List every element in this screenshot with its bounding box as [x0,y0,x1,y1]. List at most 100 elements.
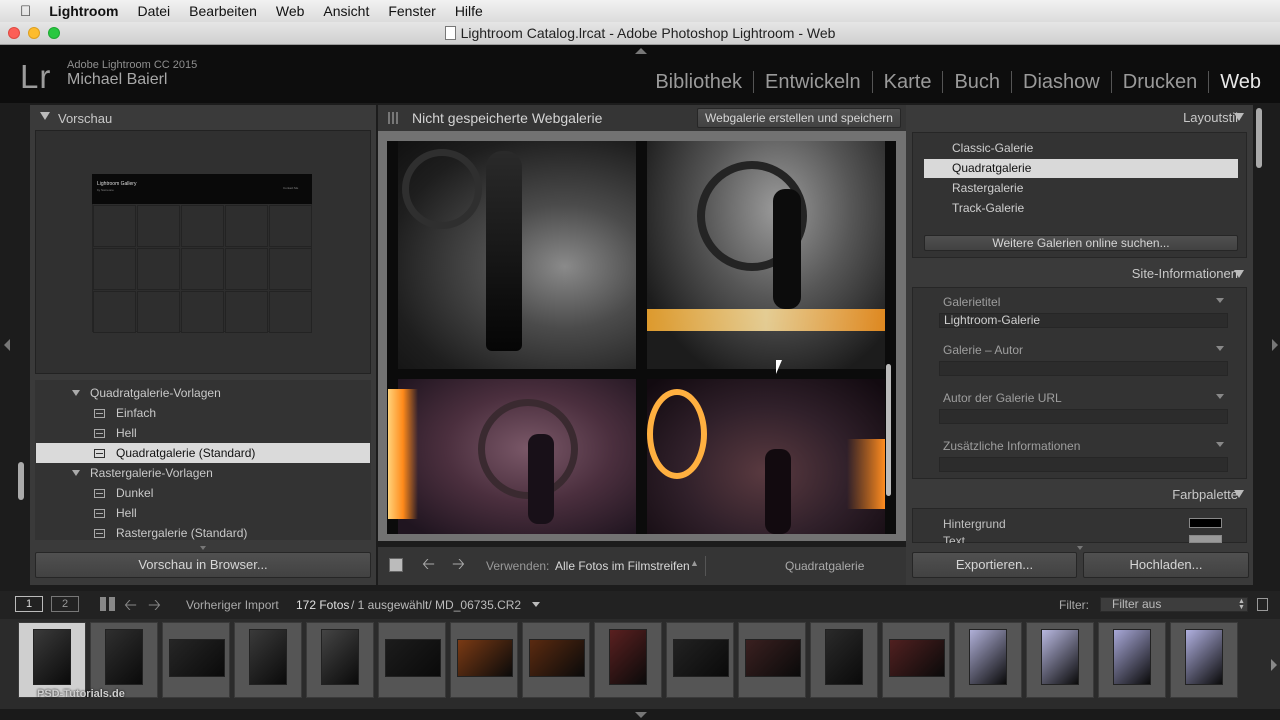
field-menu-icon[interactable] [1216,394,1224,399]
zoom-window-button[interactable] [48,27,60,39]
gallery-photo-1[interactable] [398,141,636,369]
menu-app[interactable]: Lightroom [49,3,118,19]
more-galleries-button[interactable]: Weitere Galerien online suchen... [924,235,1238,251]
apple-icon[interactable]:  [20,3,31,20]
main-window-button[interactable]: 1 [15,596,43,612]
preview-panel-title[interactable]: Vorschau [58,111,112,126]
filmstrip-cell[interactable] [378,622,446,698]
gallery-scrollbar[interactable] [886,364,891,496]
document-icon [444,26,456,40]
second-window-button[interactable]: 2 [51,596,79,612]
right-scrollbar[interactable] [1256,108,1262,168]
menu-fenster[interactable]: Fenster [388,3,435,19]
field-menu-icon[interactable] [1216,298,1224,303]
collapse-palette-icon[interactable] [1234,490,1244,498]
forward-arrow-icon[interactable]: 🡢 [148,594,161,621]
filmstrip-cell[interactable] [234,622,302,698]
gallery-author-input[interactable] [939,361,1228,376]
gallery-title-input[interactable]: Lightroom-Galerie [939,313,1228,328]
filmstrip-cell[interactable] [1170,622,1238,698]
layout-classic[interactable]: Classic-Galerie [924,139,1238,158]
background-color-swatch[interactable] [1189,518,1222,528]
menu-bearbeiten[interactable]: Bearbeiten [189,3,257,19]
site-info-title[interactable]: Site-Informationen [1132,266,1238,281]
filmstrip-cell[interactable] [18,622,86,698]
template-folder-rastergalerie[interactable]: Rastergalerie-Vorlagen [36,463,370,483]
create-save-gallery-button[interactable]: Webgalerie erstellen und speichern [697,108,901,128]
filmstrip-cell[interactable] [666,622,734,698]
menu-datei[interactable]: Datei [137,3,170,19]
previous-arrow-icon[interactable]: 🡠 [422,557,435,573]
top-panel-toggle-icon[interactable] [635,48,647,54]
module-karte[interactable]: Karte [871,71,943,93]
left-panel-toggle-icon[interactable] [4,339,10,351]
filter-lock-icon[interactable] [1257,598,1268,611]
template-item-quadratgalerie-standard[interactable]: Quadratgalerie (Standard) [36,443,370,463]
next-arrow-icon[interactable]: 🡢 [452,557,465,573]
minimize-window-button[interactable] [28,27,40,39]
filmstrip-cell[interactable] [738,622,806,698]
gallery-photo-2[interactable] [647,141,885,369]
menu-web[interactable]: Web [276,3,305,19]
filmstrip-scroll-right-icon[interactable] [1271,659,1277,671]
left-scrollbar[interactable] [18,462,24,500]
preview-grid-cell [137,248,180,290]
back-arrow-icon[interactable]: 🡠 [124,594,137,621]
collapse-site-info-icon[interactable] [1234,270,1244,278]
field-menu-icon[interactable] [1216,346,1224,351]
menu-ansicht[interactable]: Ansicht [323,3,369,19]
template-folder-quadratgalerie[interactable]: Quadratgalerie-Vorlagen [36,383,370,403]
layout-raster[interactable]: Rastergalerie [924,179,1238,198]
collapse-layout-icon[interactable] [1234,113,1244,121]
layout-style-title[interactable]: Layoutstil [1183,110,1238,125]
filmstrip-cell[interactable] [90,622,158,698]
filmstrip-cell[interactable] [450,622,518,698]
template-item-einfach[interactable]: Einfach [36,403,370,423]
author-url-input[interactable] [939,409,1228,424]
upload-button[interactable]: Hochladen... [1083,552,1249,578]
gallery-photo-3[interactable] [388,379,636,534]
template-item-rastergalerie-standard[interactable]: Rastergalerie (Standard) [36,523,370,543]
module-diashow[interactable]: Diashow [1011,71,1111,93]
text-color-swatch[interactable] [1189,535,1222,543]
module-bibliothek[interactable]: Bibliothek [644,71,753,93]
template-item-dunkel[interactable]: Dunkel [36,483,370,503]
module-buch[interactable]: Buch [942,71,1011,93]
color-palette-title[interactable]: Farbpalette [1172,487,1238,502]
template-item-hell-2[interactable]: Hell [36,503,370,523]
filter-dropdown[interactable]: Filter aus [1100,597,1248,612]
use-dropdown[interactable]: Alle Fotos im Filmstreifen [555,559,690,573]
grid-view-icon[interactable] [100,597,115,611]
filmstrip-cell[interactable] [1026,622,1094,698]
selection-info[interactable]: / 1 ausgewählt/ MD_06735.CR2 [351,598,521,612]
menu-hilfe[interactable]: Hilfe [455,3,483,19]
field-menu-icon[interactable] [1216,442,1224,447]
selection-dropdown-icon[interactable] [532,602,540,607]
filmstrip-cell[interactable] [954,622,1022,698]
additional-info-input[interactable] [939,457,1228,472]
layout-quadrat[interactable]: Quadratgalerie [924,159,1238,178]
filmstrip-cell[interactable] [162,622,230,698]
module-entwickeln[interactable]: Entwickeln [753,71,872,93]
module-drucken[interactable]: Drucken [1110,71,1208,93]
filmstrip-cell[interactable] [1098,622,1166,698]
filmstrip-cell[interactable] [306,622,374,698]
layout-track[interactable]: Track-Galerie [924,199,1238,218]
filmstrip-cell[interactable] [882,622,950,698]
stop-icon[interactable] [389,558,403,572]
collapse-preview-icon[interactable] [40,112,50,120]
gallery-photo-4[interactable] [647,379,885,534]
filmstrip-cell[interactable] [810,622,878,698]
source-label[interactable]: Vorheriger Import [186,598,279,612]
filmstrip-thumbnail [1113,629,1151,685]
preview-grid-cell [225,291,268,333]
filmstrip-cell[interactable] [522,622,590,698]
filmstrip-cell[interactable] [594,622,662,698]
module-web[interactable]: Web [1208,71,1272,93]
preview-in-browser-button[interactable]: Vorschau in Browser... [35,552,371,578]
close-window-button[interactable] [8,27,20,39]
export-button[interactable]: Exportieren... [912,552,1077,578]
template-item-hell[interactable]: Hell [36,423,370,443]
right-panel-toggle-icon[interactable] [1272,339,1278,351]
bottom-panel-toggle-icon[interactable] [635,712,647,718]
